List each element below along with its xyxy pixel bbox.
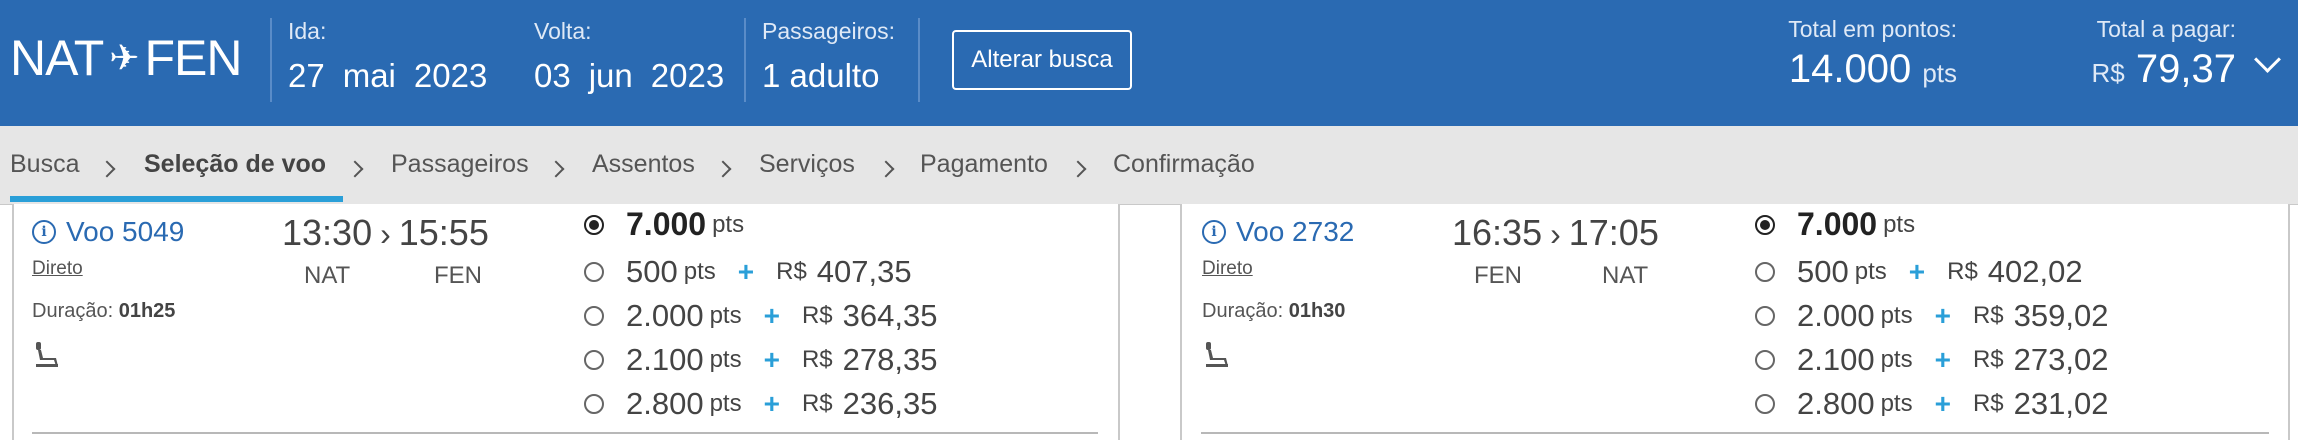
flight-stops-link[interactable]: Direto	[1202, 258, 1253, 280]
divider	[270, 18, 272, 102]
divider	[1201, 432, 2269, 434]
arrival-time: 17:05	[1568, 212, 1659, 253]
outbound-date: Ida: 27 mai 2023	[288, 18, 505, 95]
chevron-right-icon	[877, 160, 895, 178]
fare-option[interactable]: 500 pts + R$ 407,35	[584, 254, 912, 290]
route-destination: FEN	[144, 30, 242, 86]
fare-radio[interactable]	[1755, 306, 1775, 326]
return-day: 03	[534, 57, 571, 94]
arrival-time: 15:55	[398, 212, 489, 253]
breadcrumb-step-passageiros: Passageiros	[391, 150, 529, 178]
seat-icon	[36, 342, 58, 367]
plus-icon: +	[763, 300, 780, 331]
top-header: NAT ✈ FEN Ida: 27 mai 2023 Volta: 03 jun 202…	[0, 0, 2298, 126]
return-date: Volta: 03 jun 2023	[534, 18, 742, 95]
breadcrumb-step-confirmacao: Confirmação	[1113, 150, 1255, 178]
route-origin: NAT	[10, 30, 104, 86]
breadcrumb-step-assentos: Assentos	[592, 150, 695, 178]
plus-icon: +	[1908, 256, 1926, 287]
arrival-airport: NAT	[1602, 262, 1649, 289]
divider	[744, 18, 746, 102]
passengers-value: 1 adulto	[762, 57, 880, 94]
return-month: jun	[588, 57, 633, 94]
chevron-right-icon	[714, 160, 732, 178]
chevron-right-icon	[346, 160, 364, 178]
fare-radio[interactable]	[584, 394, 604, 414]
chevron-right-icon	[98, 160, 116, 178]
flight-times: 13:30 › 15:55	[282, 212, 489, 254]
arrow-right-icon: ›	[380, 216, 391, 252]
fare-radio[interactable]	[1755, 394, 1775, 414]
breadcrumb-step-busca[interactable]: Busca	[10, 150, 79, 179]
fare-option[interactable]: 2.800 pts + R$ 236,35	[584, 386, 937, 422]
arrival-airport: FEN	[434, 262, 482, 289]
total-pay[interactable]: Total a pagar: R$ 79,37	[2060, 16, 2236, 92]
fare-radio[interactable]	[584, 214, 604, 235]
fare-option[interactable]: 7.000 pts	[1755, 206, 1915, 243]
flight-times: 16:35 › 17:05	[1452, 212, 1659, 254]
flight-duration: Duração: 01h25	[32, 300, 176, 322]
return-label: Volta:	[534, 18, 592, 44]
passengers: Passageiros: 1 adulto	[762, 18, 895, 95]
flight-number-link[interactable]: i Voo 2732	[1202, 216, 1354, 248]
fare-radio[interactable]	[584, 350, 604, 370]
total-pay-value: R$ 79,37	[2091, 47, 2236, 91]
arrow-right-icon: ›	[1550, 216, 1561, 252]
fare-option[interactable]: 7.000 pts	[584, 206, 744, 243]
chevron-right-icon	[1069, 160, 1087, 178]
total-points-value: 14.000 pts	[1788, 47, 1957, 91]
plus-icon: +	[763, 388, 780, 419]
fare-radio[interactable]	[584, 262, 604, 282]
airplane-icon: ✈	[109, 37, 139, 78]
info-icon: i	[1202, 220, 1226, 244]
plus-icon: +	[1934, 388, 1951, 419]
divider	[918, 18, 920, 102]
departure-time: 13:30	[282, 212, 373, 253]
seat-icon	[1206, 342, 1228, 367]
outbound-value: 27 mai 2023	[288, 57, 505, 95]
outbound-day: 27	[288, 57, 325, 94]
plus-icon: +	[737, 256, 755, 287]
breadcrumb-step-pagamento: Pagamento	[920, 150, 1048, 178]
plus-icon: +	[1934, 300, 1951, 331]
fare-radio[interactable]	[1755, 214, 1775, 235]
return-year: 2023	[650, 57, 725, 94]
fare-option[interactable]: 2.800 pts + R$ 231,02	[1755, 386, 2108, 422]
fare-radio[interactable]	[584, 306, 604, 326]
departure-airport: NAT	[304, 262, 351, 289]
fare-radio[interactable]	[1755, 262, 1775, 282]
breadcrumb-step-selecao-de-voo[interactable]: Seleção de voo	[144, 150, 326, 179]
chevron-down-icon[interactable]	[2254, 46, 2281, 73]
plus-icon: +	[1934, 344, 1951, 375]
departure-time: 16:35	[1452, 212, 1543, 253]
plus-icon: +	[763, 344, 780, 375]
chevron-right-icon	[547, 160, 565, 178]
active-step-indicator	[10, 196, 343, 202]
fare-option[interactable]: 2.100 pts + R$ 278,35	[584, 342, 937, 378]
fare-option[interactable]: 2.000 pts + R$ 359,02	[1755, 298, 2108, 334]
total-points: Total em pontos: 14.000 pts	[1760, 16, 1957, 92]
info-icon: i	[32, 220, 56, 244]
route-title: NAT ✈ FEN	[10, 28, 242, 88]
divider	[32, 432, 1098, 434]
total-points-label: Total em pontos:	[1788, 16, 1957, 42]
total-pay-label: Total a pagar:	[2096, 16, 2236, 42]
flight-stops-link[interactable]: Direto	[32, 258, 83, 280]
outbound-year: 2023	[413, 57, 488, 94]
fare-option[interactable]: 2.100 pts + R$ 273,02	[1755, 342, 2108, 378]
change-search-button[interactable]: Alterar busca	[952, 30, 1132, 90]
flight-duration: Duração: 01h30	[1202, 300, 1346, 322]
breadcrumb-step-servicos: Serviços	[759, 150, 855, 178]
outbound-month: mai	[342, 57, 396, 94]
fare-option[interactable]: 500 pts + R$ 402,02	[1755, 254, 2083, 290]
passengers-label: Passageiros:	[762, 18, 895, 44]
outbound-label: Ida:	[288, 18, 327, 44]
breadcrumb: Busca Seleção de voo Passageiros Assento…	[0, 126, 2298, 205]
return-value: 03 jun 2023	[534, 57, 742, 95]
fare-radio[interactable]	[1755, 350, 1775, 370]
departure-airport: FEN	[1474, 262, 1522, 289]
flight-number-link[interactable]: i Voo 5049	[32, 216, 184, 248]
fare-option[interactable]: 2.000 pts + R$ 364,35	[584, 298, 937, 334]
